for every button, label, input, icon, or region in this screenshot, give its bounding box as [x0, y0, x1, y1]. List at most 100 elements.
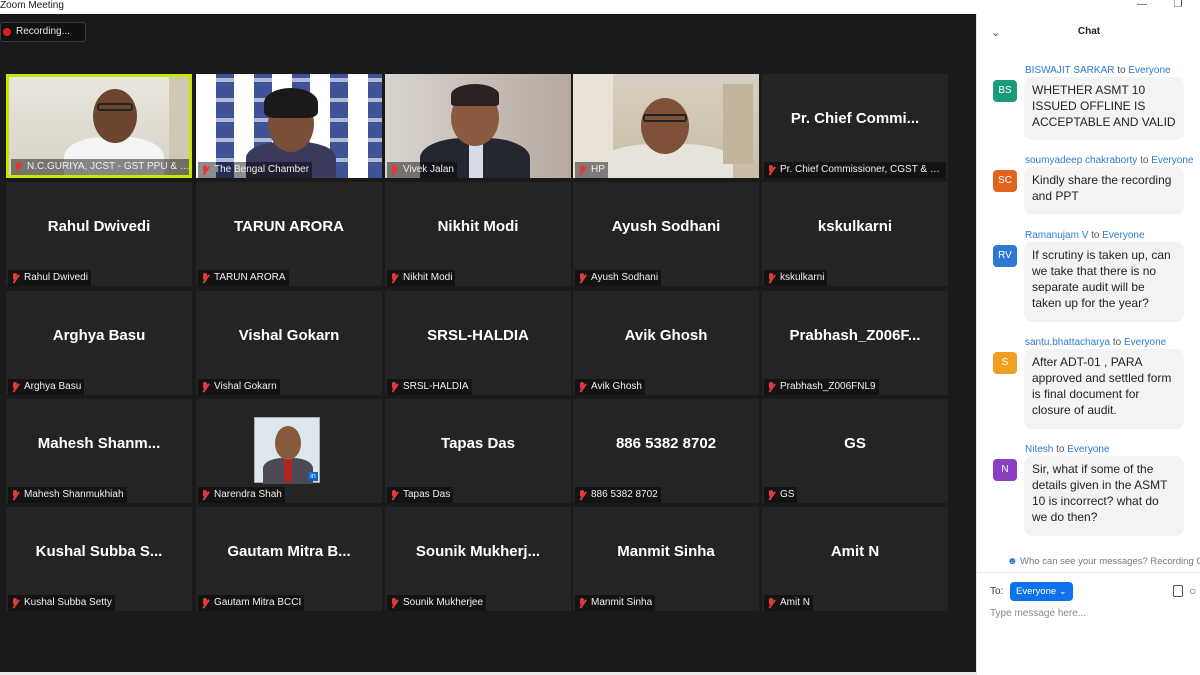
participant-name: The Bengal Chamber — [214, 164, 310, 175]
participant-name: Avik Ghosh — [591, 381, 642, 392]
participant-tile[interactable]: Arghya Basu Arghya Basu — [6, 291, 192, 395]
sender-name[interactable]: BISWAJIT SARKAR — [1025, 65, 1114, 76]
recipient-name: Everyone — [1123, 337, 1167, 348]
participant-tile[interactable]: Avik Ghosh Avik Ghosh — [573, 291, 759, 395]
participant-tile[interactable]: Rahul Dwivedi Rahul Dwivedi — [6, 182, 192, 286]
participant-tile[interactable]: Mahesh Shanm... Mahesh Shanmukhiah — [6, 399, 192, 503]
participant-display-name: Rahul Dwivedi — [47, 217, 151, 235]
sender-name[interactable]: Ramanujam V — [1025, 230, 1088, 241]
participant-tile[interactable]: kskulkarni kskulkarni — [762, 182, 948, 286]
muted-mic-icon — [767, 597, 776, 609]
participant-name-label: Pr. Chief Commissioner, CGST & C... — [764, 162, 946, 178]
participant-name: 886 5382 8702 — [591, 489, 658, 500]
participant-tile[interactable]: N.C.GURIYA, JCST - GST PPU & LTU... — [6, 74, 192, 178]
message-input[interactable]: Type message here... — [990, 608, 1086, 619]
participant-tile[interactable]: in Narendra Shah — [196, 399, 382, 503]
participant-display-name: Pr. Chief Commi... — [790, 109, 920, 127]
participant-tile[interactable]: GS GS — [762, 399, 948, 503]
participant-tile[interactable]: The Bengal Chamber — [196, 74, 382, 178]
participant-display-name: Amit N — [830, 542, 880, 560]
to-word: to — [1140, 155, 1149, 166]
participant-name-label: Tapas Das — [387, 487, 454, 503]
participant-name: Vishal Gokarn — [214, 381, 277, 392]
muted-mic-icon — [578, 489, 587, 501]
participant-tile[interactable]: Pr. Chief Commi... Pr. Chief Commissioner… — [762, 74, 948, 178]
recipient-dropdown[interactable]: Everyone ⌄ — [1010, 582, 1073, 601]
participant-name: Mahesh Shanmukhiah — [24, 489, 124, 500]
file-icon[interactable] — [1173, 585, 1183, 597]
participant-name: Rahul Dwivedi — [24, 272, 88, 283]
title-bar: Zoom Meeting — ❐ — [0, 0, 1200, 14]
video-gallery: Recording... N.C.GURIYA, JCST - GST PPU … — [0, 14, 976, 672]
message-sender-line: BISWAJIT SARKAR to Everyone — [1025, 65, 1171, 76]
participant-display-name: Nikhit Modi — [437, 217, 519, 235]
minimize-icon[interactable]: — — [1136, 0, 1148, 12]
more-icon[interactable]: ○ — [1189, 584, 1196, 598]
muted-mic-icon — [767, 272, 776, 284]
muted-mic-icon — [578, 164, 587, 176]
participant-display-name: Manmit Sinha — [617, 542, 715, 560]
participant-name: Tapas Das — [403, 489, 451, 500]
participant-tile[interactable]: HP — [573, 74, 759, 178]
message-sender-line: santu.bhattacharya to Everyone — [1025, 337, 1166, 348]
participant-name-label: TARUN ARORA — [198, 270, 289, 286]
sender-name[interactable]: santu.bhattacharya — [1025, 337, 1110, 348]
avatar: S — [993, 352, 1017, 374]
participant-name-label: Prabhash_Z006FNL9 — [764, 379, 879, 395]
to-word: to — [1056, 444, 1065, 455]
avatar: N — [993, 459, 1017, 481]
participant-tile[interactable]: Nikhit Modi Nikhit Modi — [385, 182, 571, 286]
participant-display-name: Avik Ghosh — [624, 326, 708, 344]
participant-name: Kushal Subba Setty — [24, 597, 112, 608]
record-icon — [3, 28, 11, 36]
sender-name[interactable]: soumyadeep chakraborty — [1025, 155, 1137, 166]
muted-mic-icon — [201, 597, 210, 609]
participant-tile[interactable]: Kushal Subba S... Kushal Subba Setty — [6, 507, 192, 611]
participant-name: HP — [591, 164, 605, 175]
participant-name-label: Narendra Shah — [198, 487, 285, 503]
participant-tile[interactable]: TARUN ARORA TARUN ARORA — [196, 182, 382, 286]
participant-tile[interactable]: Vishal Gokarn Vishal Gokarn — [196, 291, 382, 395]
recording-label: Recording... — [16, 26, 70, 37]
message-sender-line: Ramanujam V to Everyone — [1025, 230, 1145, 241]
participant-name: N.C.GURIYA, JCST - GST PPU & LTU... — [27, 161, 190, 172]
message-sender-line: Nitesh to Everyone — [1025, 444, 1110, 455]
participant-name: Gautam Mitra BCCI — [214, 597, 302, 608]
recipient-value: Everyone — [1016, 586, 1057, 597]
participant-name: kskulkarni — [780, 272, 825, 283]
participant-name-label: Manmit Sinha — [575, 595, 656, 611]
participant-tile[interactable]: SRSL-HALDIA SRSL-HALDIA — [385, 291, 571, 395]
participant-tile[interactable]: Vivek Jalan — [385, 74, 571, 178]
muted-mic-icon — [390, 489, 399, 501]
participant-display-name: Arghya Basu — [52, 326, 146, 344]
muted-mic-icon — [767, 381, 776, 393]
participant-tile[interactable]: Sounik Mukherj... Sounik Mukherjee — [385, 507, 571, 611]
participant-tile[interactable]: Ayush Sodhani Ayush Sodhani — [573, 182, 759, 286]
participant-display-name: SRSL-HALDIA — [427, 326, 529, 344]
privacy-text: Who can see your messages? Recording C — [1020, 556, 1200, 567]
participant-tile[interactable]: 886 5382 8702 886 5382 8702 — [573, 399, 759, 503]
privacy-notice[interactable]: ☻ Who can see your messages? Recording C — [1007, 556, 1200, 567]
recipient-name: Everyone — [1067, 444, 1110, 455]
participant-name-label: Nikhit Modi — [387, 270, 456, 286]
recipient-name: Everyone — [1102, 230, 1145, 241]
participant-tile[interactable]: Gautam Mitra B... Gautam Mitra BCCI — [196, 507, 382, 611]
participant-display-name: Vishal Gokarn — [238, 326, 340, 344]
sender-name[interactable]: Nitesh — [1025, 444, 1053, 455]
recording-indicator[interactable]: Recording... — [0, 22, 86, 42]
participant-name-label: Kushal Subba Setty — [8, 595, 115, 611]
participant-tile[interactable]: Manmit Sinha Manmit Sinha — [573, 507, 759, 611]
participant-tile[interactable]: Prabhash_Z006F... Prabhash_Z006FNL9 — [762, 291, 948, 395]
message-bubble: Sir, what if some of the details given i… — [1024, 456, 1184, 536]
participant-name: Ayush Sodhani — [591, 272, 659, 283]
participant-name-label: SRSL-HALDIA — [387, 379, 472, 395]
restore-icon[interactable]: ❐ — [1172, 0, 1184, 12]
participant-tile[interactable]: Tapas Das Tapas Das — [385, 399, 571, 503]
to-word: to — [1117, 65, 1126, 76]
participant-name-label: Ayush Sodhani — [575, 270, 662, 286]
muted-mic-icon — [11, 381, 20, 393]
participant-name-label: Amit N — [764, 595, 813, 611]
participant-tile[interactable]: Amit N Amit N — [762, 507, 948, 611]
muted-mic-icon — [767, 489, 776, 501]
participant-name: Prabhash_Z006FNL9 — [780, 381, 876, 392]
